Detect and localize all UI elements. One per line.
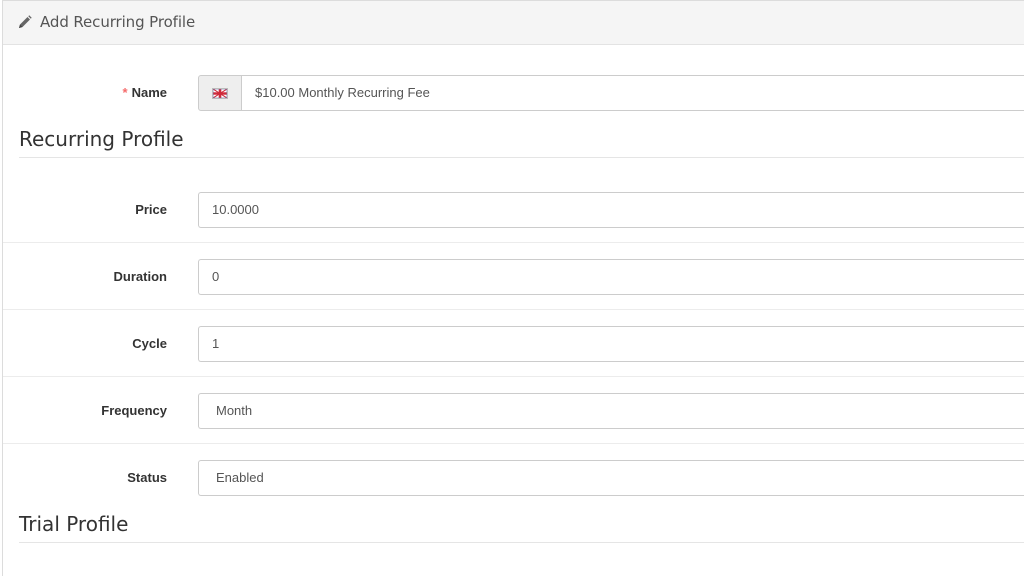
row-divider (3, 309, 1024, 310)
name-label-group: * Name (3, 85, 167, 100)
row-divider (3, 376, 1024, 377)
recurring-profile-heading: Recurring Profile (19, 127, 184, 151)
row-divider (3, 443, 1024, 444)
trial-profile-heading: Trial Profile (19, 512, 129, 536)
language-addon (198, 75, 242, 111)
frequency-label: Frequency (101, 403, 167, 418)
pencil-icon (19, 15, 32, 28)
name-input[interactable]: $10.00 Monthly Recurring Fee (241, 75, 1024, 111)
row-divider (3, 242, 1024, 243)
section-divider (19, 542, 1024, 543)
required-mark: * (122, 85, 128, 100)
name-label: Name (131, 85, 167, 100)
uk-flag-icon (212, 88, 228, 99)
status-label: Status (127, 470, 167, 485)
section-divider (19, 157, 1024, 158)
panel-heading: Add Recurring Profile (3, 1, 1024, 45)
panel-title: Add Recurring Profile (40, 13, 196, 31)
cycle-label: Cycle (132, 336, 167, 351)
add-recurring-profile-panel: Add Recurring Profile * Name $10.00 Month… (2, 0, 1024, 576)
frequency-select[interactable]: Month (198, 393, 1024, 429)
price-input[interactable]: 10.0000 (198, 192, 1024, 228)
status-select[interactable]: Enabled (198, 460, 1024, 496)
duration-input[interactable]: 0 (198, 259, 1024, 295)
price-label: Price (135, 202, 167, 217)
cycle-input[interactable]: 1 (198, 326, 1024, 362)
duration-label: Duration (113, 269, 167, 284)
